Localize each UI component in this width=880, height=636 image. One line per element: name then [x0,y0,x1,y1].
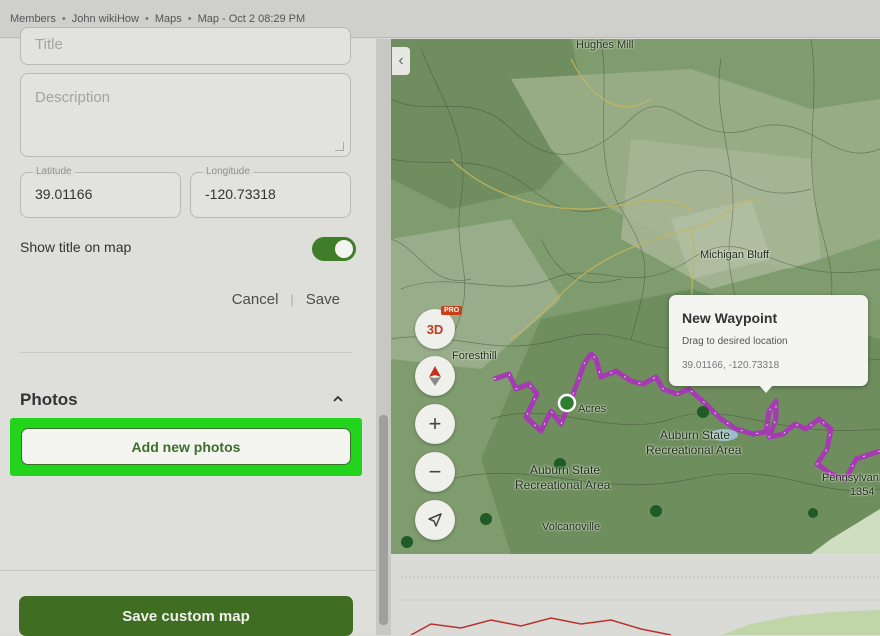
locate-me-button[interactable] [415,500,455,540]
chevron-up-icon[interactable] [332,393,344,405]
waypoint-popup[interactable]: New Waypoint Drag to desired location 39… [669,295,868,386]
breadcrumb-separator: • [187,12,192,25]
cancel-button[interactable]: Cancel [232,291,279,308]
map-label-hughes-mill: Hughes Mill [576,39,634,51]
map-label-recreational-area: Recreational Area [646,443,742,457]
map-label-acres: Acres [578,403,607,415]
longitude-label: Longitude [203,166,253,177]
latitude-label: Latitude [33,166,75,177]
form-actions: Cancel | Save [232,291,340,308]
map-label-volcanoville: Volcanoville [542,521,601,533]
show-title-toggle[interactable] [312,237,356,261]
map-label-foresthill: Foresthill [452,350,497,362]
longitude-value: -120.73318 [205,186,276,202]
map-label-pennsylvania: Pennsylvania [822,472,880,484]
section-divider [20,352,352,353]
latitude-field[interactable]: Latitude 39.01166 [20,166,181,218]
popup-coordinates: 39.01166, -120.73318 [682,360,780,371]
save-custom-map-button[interactable]: Save custom map [19,596,353,636]
popup-pointer [758,384,774,393]
zoom-out-button[interactable]: − [415,452,455,492]
longitude-field[interactable]: Longitude -120.73318 [190,166,351,218]
elevation-profile [391,554,880,635]
resize-handle-icon[interactable] [335,142,344,151]
waypoint-edit-panel: Title Description Latitude 39.01166 Long… [0,27,376,635]
action-divider: | [290,292,294,307]
photos-heading: Photos [20,390,78,409]
map-label-recreational-area-2: Recreational Area [515,478,611,492]
map-label-auburn-state-2: Auburn State [530,463,601,477]
compass-button[interactable] [415,356,455,396]
popup-subtitle: Drag to desired location [682,336,788,347]
scrollbar-thumb[interactable] [379,415,388,625]
3d-toggle-button[interactable]: 3D [415,309,455,349]
breadcrumb-current-map: Map - Oct 2 08:29 PM [197,12,306,25]
description-field[interactable]: Description [20,73,351,157]
latitude-value: 39.01166 [35,186,93,202]
title-placeholder: Title [35,36,63,53]
location-arrow-icon [428,513,442,527]
elevation-chart [401,576,880,635]
add-new-photos-button[interactable]: Add new photos [21,428,351,465]
toggle-knob [335,240,353,258]
show-title-label: Show title on map [20,239,132,255]
breadcrumb-separator: • [144,12,149,25]
breadcrumb-members[interactable]: Members [10,13,56,25]
collapse-panel-button[interactable]: ‹ [392,47,410,75]
title-field[interactable]: Title [20,27,351,65]
breadcrumb-separator: • [61,12,66,25]
breadcrumb-maps[interactable]: Maps [155,13,182,25]
pro-badge: PRO [441,306,463,315]
map-label-michigan-bluff: Michigan Bluff [700,249,769,261]
save-button[interactable]: Save [306,291,340,308]
footer-divider [0,570,376,571]
popup-title: New Waypoint [682,310,778,326]
compass-icon [429,366,441,386]
map-label-auburn-state: Auburn State [660,428,731,442]
show-title-row: Show title on map [20,237,356,261]
description-placeholder: Description [35,89,111,106]
breadcrumb-user[interactable]: John wikiHow [72,13,139,25]
map-label-pennsylvania-elevation: 1354 [850,486,875,498]
zoom-in-button[interactable]: + [415,404,455,444]
